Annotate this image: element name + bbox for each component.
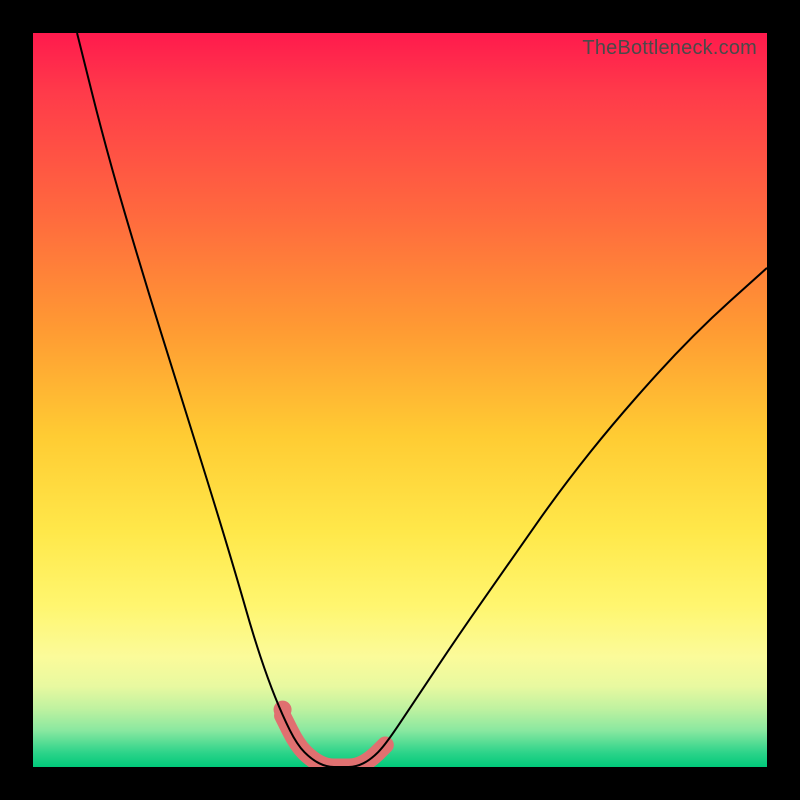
plot-area: TheBottleneck.com — [33, 33, 767, 767]
chart-frame: TheBottleneck.com — [0, 0, 800, 800]
curve-layer — [33, 33, 767, 767]
bottleneck-curve — [77, 33, 767, 767]
